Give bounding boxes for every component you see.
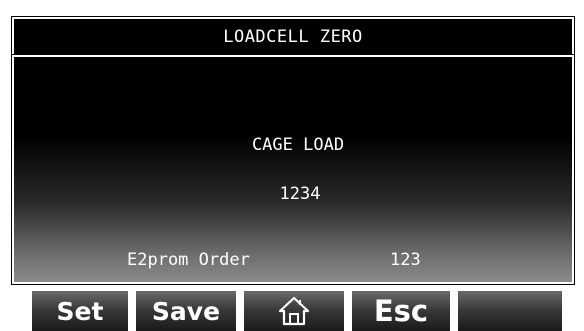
e2prom-order-label: E2prom Order <box>127 250 250 270</box>
home-button[interactable] <box>244 291 344 331</box>
save-button-label: Save <box>151 296 221 326</box>
cage-load-value[interactable]: 1234 <box>14 184 572 204</box>
esc-button-label: Esc <box>373 294 429 328</box>
e2prom-order-value[interactable]: 123 <box>390 250 421 270</box>
set-button[interactable]: Set <box>32 291 128 331</box>
cage-load-label: CAGE LOAD <box>251 135 345 155</box>
toolbar: Set Save Esc <box>0 287 584 331</box>
save-button[interactable]: Save <box>136 291 236 331</box>
title-bar: LOADCELL ZERO <box>11 16 575 57</box>
page-title: LOADCELL ZERO <box>223 26 363 47</box>
blank-button[interactable] <box>458 291 562 331</box>
esc-button[interactable]: Esc <box>352 291 450 331</box>
set-button-label: Set <box>56 296 104 326</box>
home-icon <box>278 296 310 326</box>
hmi-screen: LOADCELL ZERO CAGE LOAD 1234 E2prom Orde… <box>0 0 584 331</box>
main-panel: CAGE LOAD 1234 E2prom Order 123 <box>11 54 575 285</box>
